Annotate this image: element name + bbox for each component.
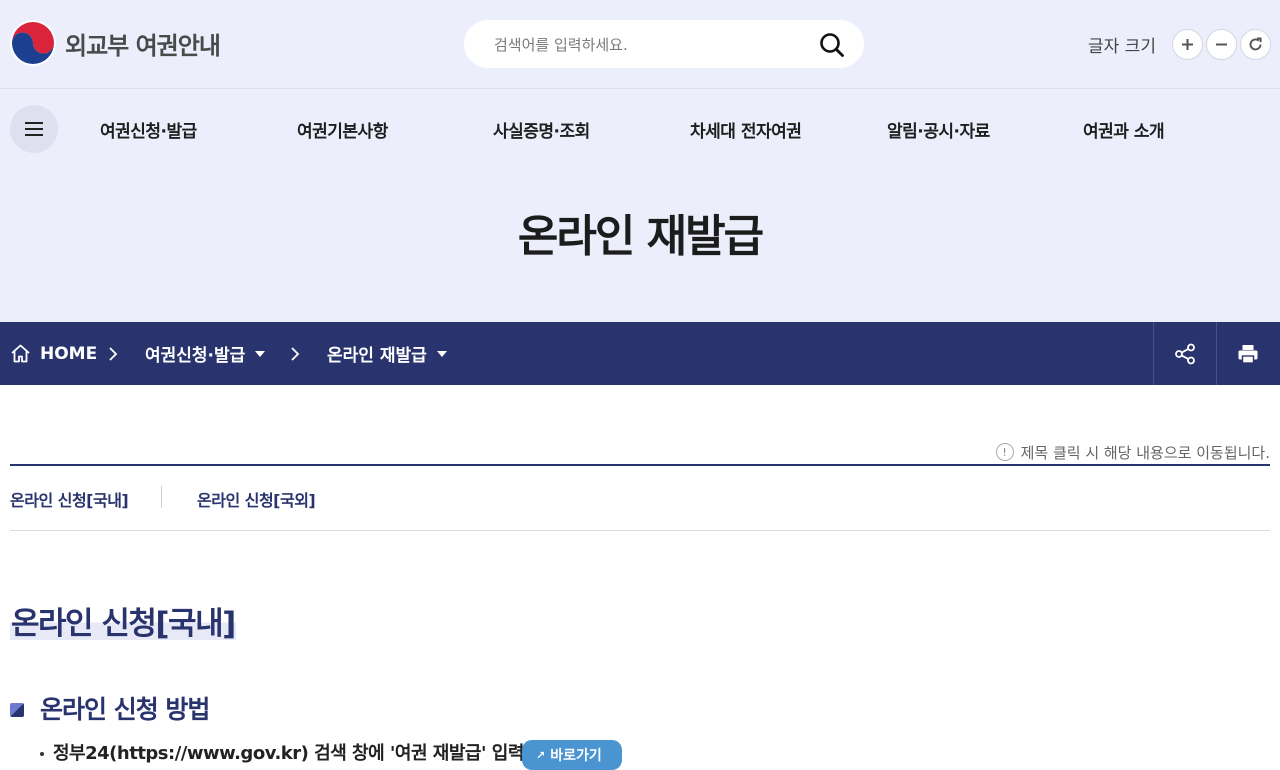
- nav-notices[interactable]: 알림·공시·자료: [887, 117, 990, 142]
- page-title: 온라인 재발급: [517, 211, 764, 262]
- subsection-title: 온라인 신청 방법: [40, 695, 210, 724]
- nav-about[interactable]: 여권과 소개: [1083, 117, 1165, 142]
- all-menu-button[interactable]: [10, 105, 58, 153]
- search-icon: [820, 33, 844, 57]
- taegeuk-logo-icon: [10, 20, 56, 66]
- search-button[interactable]: [818, 31, 846, 59]
- chevron-right-icon: [291, 347, 300, 361]
- font-size-label: 글자 크기: [1088, 36, 1156, 57]
- font-increase-button[interactable]: [1171, 28, 1203, 60]
- font-reset-button[interactable]: [1239, 28, 1271, 60]
- anchor-link-domestic[interactable]: 온라인 신청[국내]: [10, 487, 129, 511]
- external-link-icon: ↗: [536, 748, 546, 762]
- global-nav: 여권신청·발급 여권기본사항 사실증명·조회 차세대 전자여권 알림·공시·자료…: [10, 105, 1270, 153]
- share-icon: [1175, 343, 1195, 364]
- caret-down-icon: [255, 350, 266, 357]
- hamburger-icon: [25, 122, 43, 136]
- list-bullet: [40, 752, 44, 756]
- breadcrumb-level2-label: 온라인 재발급: [327, 346, 427, 366]
- search-box: [464, 20, 864, 68]
- breadcrumb-level1[interactable]: 여권신청·발급: [145, 322, 266, 385]
- header-divider: [0, 88, 1280, 89]
- info-icon: !: [995, 443, 1014, 461]
- font-decrease-button[interactable]: [1205, 28, 1237, 60]
- nav-passport-basics[interactable]: 여권기본사항: [297, 117, 388, 142]
- go-button-label: 바로가기: [550, 748, 602, 764]
- divider: [10, 530, 1270, 531]
- share-button[interactable]: [1153, 322, 1216, 385]
- home-icon: [11, 344, 30, 363]
- caret-down-icon: [436, 350, 447, 357]
- nav-next-gen-passport[interactable]: 차세대 전자여권: [690, 117, 802, 142]
- search-input[interactable]: [494, 34, 814, 56]
- breadcrumb-level1-label: 여권신청·발급: [145, 346, 246, 366]
- breadcrumb-home-label: HOME: [40, 343, 98, 364]
- anchor-notice: ! 제목 클릭 시 해당 내용으로 이동됩니다.: [995, 441, 1270, 463]
- font-size-control: 글자 크기: [1088, 28, 1271, 60]
- step-text: 정부24(https://www.gov.kr) 검색 창에 '여권 재발급' …: [53, 743, 524, 764]
- anchor-link-overseas[interactable]: 온라인 신청[국외]: [197, 487, 316, 511]
- breadcrumb-level2[interactable]: 온라인 재발급: [327, 322, 447, 385]
- heading-bullet-icon: [10, 703, 24, 717]
- section-title: 온라인 신청[국내]: [10, 598, 236, 642]
- breadcrumb: HOME 여권신청·발급 온라인 재발급: [0, 322, 1280, 385]
- print-button[interactable]: [1216, 322, 1279, 385]
- nav-certificate-lookup[interactable]: 사실증명·조회: [493, 117, 590, 142]
- breadcrumb-home[interactable]: HOME: [10, 322, 97, 385]
- minus-icon: [1215, 43, 1227, 45]
- anchor-separator: [161, 486, 162, 508]
- site-logo[interactable]: 외교부 여권안내: [10, 20, 221, 66]
- chevron-right-icon: [109, 347, 118, 361]
- notice-text: 제목 클릭 시 해당 내용으로 이동됩니다.: [1020, 443, 1270, 462]
- print-icon: [1238, 344, 1258, 364]
- divider: [10, 464, 1270, 466]
- nav-passport-apply[interactable]: 여권신청·발급: [100, 117, 197, 142]
- site-title: 외교부 여권안내: [65, 31, 221, 60]
- go-shortcut-button[interactable]: ↗ 바로가기: [522, 740, 622, 770]
- plus-icon: [1181, 38, 1193, 50]
- refresh-icon: [1249, 37, 1262, 50]
